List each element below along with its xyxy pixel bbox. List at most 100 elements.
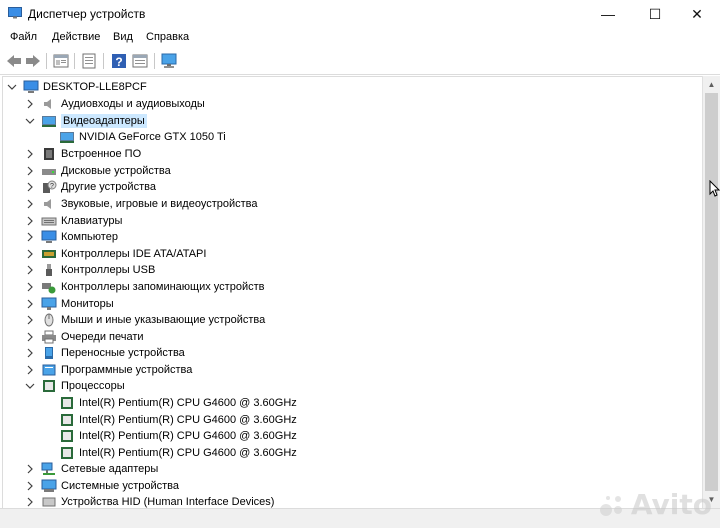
tree-category-keyboards[interactable]: Клавиатуры bbox=[25, 213, 122, 229]
maximize-button[interactable]: ☐ bbox=[632, 0, 678, 28]
computer-icon bbox=[23, 80, 39, 93]
tree-category-processors[interactable]: Процессоры bbox=[25, 378, 125, 394]
unknown-device-icon: ? bbox=[43, 180, 57, 193]
sound-icon bbox=[44, 199, 51, 209]
tree-category-sound-video-game[interactable]: Звуковые, игровые и видеоустройства bbox=[25, 196, 258, 212]
tree-category-label: Устройства HID (Human Interface Devices) bbox=[61, 496, 275, 508]
vertical-scrollbar[interactable]: ▲ ▼ bbox=[702, 76, 720, 508]
scroll-up-icon[interactable]: ▲ bbox=[703, 76, 720, 93]
processor-icon bbox=[61, 397, 73, 409]
mouse-cursor-icon bbox=[709, 180, 720, 197]
portable-device-icon bbox=[45, 347, 53, 359]
tree-category-audio[interactable]: Аудиовходы и аудиовыходы bbox=[25, 96, 205, 112]
window-title: Диспетчер устройств bbox=[28, 7, 146, 21]
chevron-right-icon[interactable] bbox=[25, 232, 35, 242]
tree-category-print-queues[interactable]: Очереди печати bbox=[25, 329, 144, 345]
show-hidden-icon[interactable] bbox=[131, 52, 149, 70]
hid-icon bbox=[42, 497, 56, 507]
network-icon bbox=[41, 462, 55, 475]
svg-text:?: ? bbox=[115, 55, 122, 69]
chevron-right-icon[interactable] bbox=[25, 166, 35, 176]
chevron-right-icon[interactable] bbox=[25, 348, 35, 358]
toolbar: ? bbox=[0, 48, 720, 75]
menu-bar: Файл Действие Вид Справка bbox=[0, 28, 720, 48]
chevron-right-icon[interactable] bbox=[25, 497, 35, 507]
toolbar-separator bbox=[154, 53, 155, 69]
menu-action[interactable]: Действие bbox=[52, 31, 100, 43]
tree-device-label: Intel(R) Pentium(R) CPU G4600 @ 3.60GHz bbox=[79, 430, 297, 442]
tree-category-label: Контроллеры IDE ATA/ATAPI bbox=[61, 248, 207, 260]
avito-logo-icon bbox=[599, 495, 622, 516]
properties-icon[interactable] bbox=[52, 52, 70, 70]
chevron-down-icon[interactable] bbox=[25, 116, 35, 126]
processor-icon bbox=[61, 447, 73, 459]
chevron-right-icon[interactable] bbox=[25, 365, 35, 375]
tree-device-gpu[interactable]: NVIDIA GeForce GTX 1050 Ti bbox=[59, 129, 226, 145]
chevron-right-icon[interactable] bbox=[25, 299, 35, 309]
disk-icon bbox=[42, 169, 56, 175]
help-icon[interactable]: ? bbox=[110, 52, 128, 70]
keyboard-icon bbox=[41, 217, 57, 226]
tree-category-network-adapters[interactable]: Сетевые адаптеры bbox=[25, 461, 158, 477]
scrollbar-thumb[interactable] bbox=[705, 93, 718, 491]
tree-category-label: Контроллеры запоминающих устройств bbox=[61, 281, 265, 293]
menu-view[interactable]: Вид bbox=[113, 31, 133, 43]
processor-icon bbox=[61, 430, 73, 442]
chevron-right-icon[interactable] bbox=[25, 282, 35, 292]
storage-controller-icon bbox=[42, 283, 56, 294]
tree-category-label: Очереди печати bbox=[61, 331, 144, 343]
tree-category-usb[interactable]: Контроллеры USB bbox=[25, 262, 155, 278]
tree-device-cpu[interactable]: Intel(R) Pentium(R) CPU G4600 @ 3.60GHz bbox=[59, 428, 297, 444]
back-icon[interactable] bbox=[5, 52, 23, 70]
menu-help[interactable]: Справка bbox=[146, 31, 189, 43]
device-tree[interactable]: DESKTOP-LLE8PCF Аудиовходы и аудиовыходы… bbox=[2, 76, 703, 510]
tree-category-label: Компьютер bbox=[61, 231, 118, 243]
tree-category-display-adapters[interactable]: Видеоадаптеры bbox=[25, 113, 147, 129]
tree-category-mice[interactable]: Мыши и иные указывающие устройства bbox=[25, 312, 265, 328]
device-manager-app-icon bbox=[8, 7, 22, 19]
tree-device-label: Intel(R) Pentium(R) CPU G4600 @ 3.60GHz bbox=[79, 414, 297, 426]
chevron-right-icon[interactable] bbox=[25, 249, 35, 259]
toolbar-separator bbox=[46, 53, 47, 69]
tree-category-system-devices[interactable]: Системные устройства bbox=[25, 478, 179, 494]
tree-category-portable-devices[interactable]: Переносные устройства bbox=[25, 345, 185, 361]
forward-icon[interactable] bbox=[24, 52, 42, 70]
tree-category-label: Мыши и иные указывающие устройства bbox=[61, 314, 266, 326]
tree-device-cpu[interactable]: Intel(R) Pentium(R) CPU G4600 @ 3.60GHz bbox=[59, 395, 297, 411]
chevron-right-icon[interactable] bbox=[25, 216, 35, 226]
toolbar-separator bbox=[103, 53, 104, 69]
tree-category-label: Дисковые устройства bbox=[61, 165, 171, 177]
tree-category-disks[interactable]: Дисковые устройства bbox=[25, 163, 171, 179]
chevron-right-icon[interactable] bbox=[25, 315, 35, 325]
system-device-icon bbox=[41, 479, 57, 492]
tree-category-label: Аудиовходы и аудиовыходы bbox=[61, 98, 205, 110]
chevron-down-icon[interactable] bbox=[25, 381, 35, 391]
chevron-down-icon[interactable] bbox=[7, 82, 17, 92]
processor-icon bbox=[61, 414, 73, 426]
tree-category-computer[interactable]: Компьютер bbox=[25, 229, 118, 245]
tree-category-label: Видеоадаптеры bbox=[61, 114, 147, 128]
chevron-right-icon[interactable] bbox=[25, 149, 35, 159]
chevron-right-icon[interactable] bbox=[25, 332, 35, 342]
tree-category-monitors[interactable]: Мониторы bbox=[25, 296, 114, 312]
chevron-right-icon[interactable] bbox=[25, 265, 35, 275]
chevron-right-icon[interactable] bbox=[25, 481, 35, 491]
scan-hardware-icon[interactable] bbox=[160, 52, 178, 70]
tree-category-storage-controllers[interactable]: Контроллеры запоминающих устройств bbox=[25, 279, 264, 295]
update-driver-icon[interactable] bbox=[80, 52, 98, 70]
chevron-right-icon[interactable] bbox=[25, 464, 35, 474]
minimize-button[interactable]: — bbox=[585, 0, 631, 28]
chevron-right-icon[interactable] bbox=[25, 199, 35, 209]
tree-category-label: Переносные устройства bbox=[61, 347, 185, 359]
tree-device-cpu[interactable]: Intel(R) Pentium(R) CPU G4600 @ 3.60GHz bbox=[59, 412, 297, 428]
tree-category-other-devices[interactable]: ? Другие устройства bbox=[25, 179, 156, 195]
tree-device-cpu[interactable]: Intel(R) Pentium(R) CPU G4600 @ 3.60GHz bbox=[59, 445, 297, 461]
chevron-right-icon[interactable] bbox=[25, 99, 35, 109]
tree-category-firmware[interactable]: Встроенное ПО bbox=[25, 146, 141, 162]
chevron-right-icon[interactable] bbox=[25, 182, 35, 192]
tree-category-software-devices[interactable]: Программные устройства bbox=[25, 362, 192, 378]
tree-root[interactable]: DESKTOP-LLE8PCF bbox=[7, 79, 147, 95]
tree-category-ide[interactable]: Контроллеры IDE ATA/ATAPI bbox=[25, 246, 206, 262]
menu-file[interactable]: Файл bbox=[10, 31, 37, 43]
close-button[interactable]: ✕ bbox=[674, 0, 720, 28]
